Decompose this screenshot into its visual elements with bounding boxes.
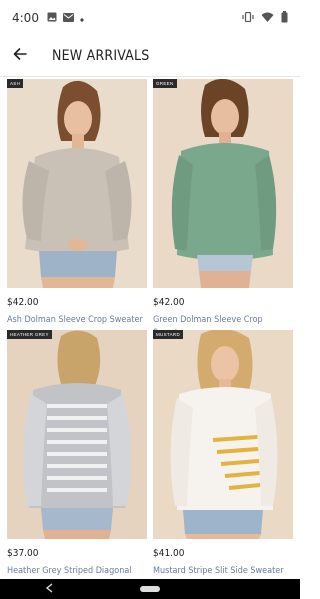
app-bar: NEW ARRIVALS	[0, 36, 300, 76]
color-tag: ASH	[7, 79, 24, 88]
product-card[interactable]: MUSTARD $41.00 Mustard Stripe Slit Side …	[153, 330, 293, 578]
color-tag: HEATHER GREY	[7, 330, 52, 339]
product-name[interactable]: Heather Grey Striped Diagonal Hem Sweats…	[7, 565, 147, 579]
nav-recents-button[interactable]	[230, 579, 270, 599]
nav-home-button[interactable]	[130, 579, 170, 599]
nav-back-icon	[45, 580, 55, 598]
dot-icon	[80, 11, 84, 25]
product-card[interactable]: HEATHER GREY $37.00 Heather Grey Striped…	[7, 330, 147, 579]
product-card[interactable]: ASH $42.00 Ash Dolman Sleeve Crop Sweate…	[7, 79, 147, 327]
status-time: 4:00	[12, 11, 39, 25]
product-name[interactable]: Mustard Stripe Slit Side Sweater	[153, 565, 293, 578]
wifi-icon	[261, 11, 274, 25]
mail-icon	[62, 11, 74, 25]
system-nav-bar	[0, 579, 300, 599]
nav-back-button[interactable]	[30, 579, 70, 599]
product-card[interactable]: GREEN $42.00 Green Dolman Sleeve Crop Sw…	[153, 79, 293, 340]
product-image[interactable]: ASH	[7, 79, 147, 288]
product-price: $42.00	[7, 297, 39, 308]
vibrate-icon	[242, 11, 254, 25]
back-button[interactable]	[0, 36, 40, 76]
nav-recents-icon	[245, 580, 255, 598]
status-right-icons	[242, 10, 288, 26]
nav-home-icon	[140, 580, 160, 598]
page-title: NEW ARRIVALS	[52, 48, 150, 64]
color-tag: MUSTARD	[153, 330, 184, 339]
arrow-left-icon	[13, 47, 27, 65]
product-price: $42.00	[153, 297, 185, 308]
product-price: $37.00	[7, 548, 39, 559]
product-image[interactable]: MUSTARD	[153, 330, 293, 539]
product-image[interactable]: HEATHER GREY	[7, 330, 147, 539]
product-image[interactable]: GREEN	[153, 79, 293, 288]
color-tag: GREEN	[153, 79, 177, 88]
status-bar: 4:00	[0, 0, 300, 36]
battery-icon	[281, 10, 288, 26]
image-icon	[47, 11, 57, 25]
product-name[interactable]: Ash Dolman Sleeve Crop Sweater	[7, 314, 147, 327]
product-price: $41.00	[153, 548, 185, 559]
product-grid: ASH $42.00 Ash Dolman Sleeve Crop Sweate…	[0, 77, 300, 579]
